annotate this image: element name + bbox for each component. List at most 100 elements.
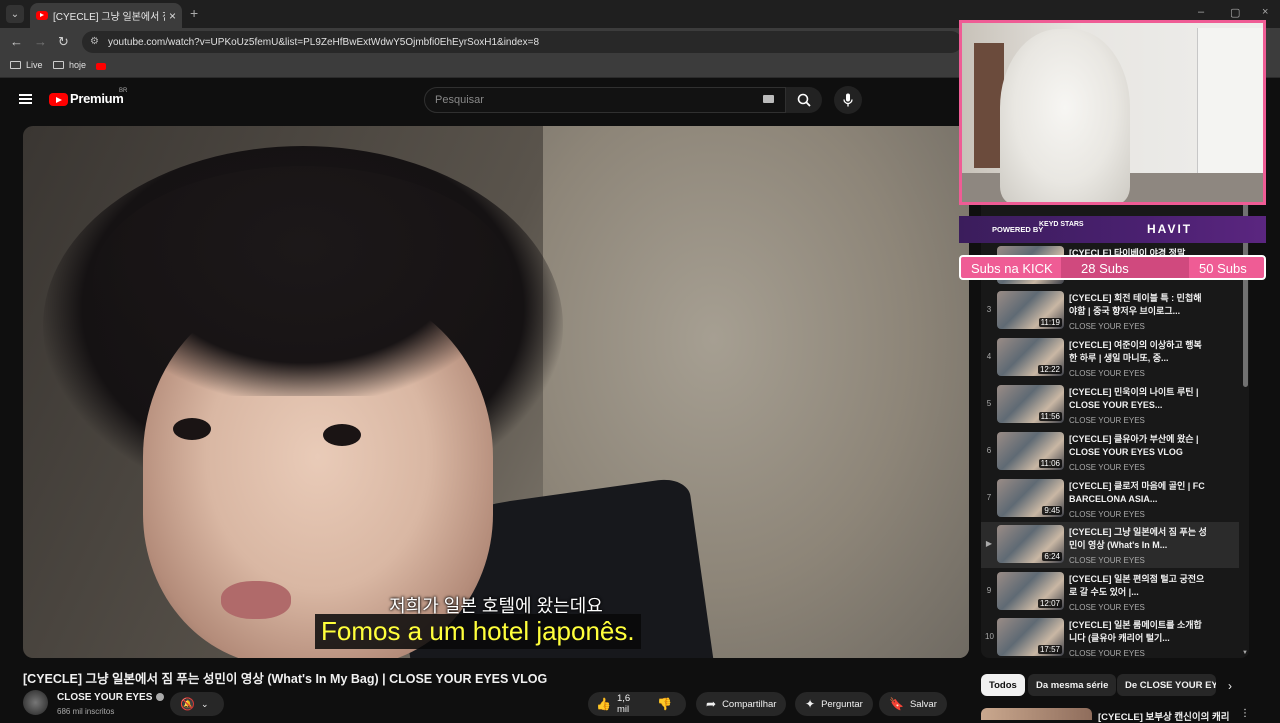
search-input[interactable]: Pesquisar <box>424 87 786 113</box>
sub-goal-2: 50 Subs <box>1199 261 1247 276</box>
channel-avatar[interactable] <box>23 690 48 715</box>
bookmark-live[interactable]: Live <box>10 60 43 70</box>
bookmark-hoje[interactable]: hoje <box>53 60 86 70</box>
save-button[interactable]: 🔖 Salvar <box>879 692 947 716</box>
back-icon[interactable]: ← <box>10 34 23 49</box>
minimize-icon[interactable]: – <box>1198 6 1204 18</box>
playlist-item-title[interactable]: [CYECLE] 민욱이의 나이트 루틴 | CLOSE YOUR EYES..… <box>1069 386 1209 412</box>
sponsor-logo-keyd: KEYD STARS <box>1039 221 1084 228</box>
playlist-item[interactable]: 4 12:22 [CYECLE] 여준이의 이상하고 행복한 하루 | 생일 마… <box>981 335 1239 381</box>
bookmark-label: hoje <box>69 60 87 70</box>
maximize-icon[interactable]: ▢ <box>1230 6 1240 19</box>
playlist-item[interactable]: 5 11:56 [CYECLE] 민욱이의 나이트 루틴 | CLOSE YOU… <box>981 382 1239 428</box>
playlist-item-current[interactable]: ▶ 6:24 [CYECLE] 그냥 일본에서 짐 푸는 성민이 영상 (Wha… <box>981 522 1239 568</box>
playlist-item-channel[interactable]: CLOSE YOUR EYES <box>1069 603 1145 612</box>
playlist-item-channel[interactable]: CLOSE YOUR EYES <box>1069 463 1145 472</box>
logo-text[interactable]: Premium <box>70 91 124 106</box>
playlist-item-channel[interactable]: CLOSE YOUR EYES <box>1069 510 1145 519</box>
reload-icon[interactable]: ↻ <box>58 34 69 50</box>
chip-from-channel[interactable]: De CLOSE YOUR EYES <box>1117 674 1216 696</box>
powered-by-label: POWERED BY <box>992 225 1044 234</box>
dislike-icon[interactable]: 👎 <box>657 697 672 711</box>
duration-badge: 17:57 <box>1037 645 1062 654</box>
save-label: Salvar <box>909 698 937 710</box>
new-tab-icon[interactable]: + <box>190 5 198 21</box>
playlist-item-title[interactable]: [CYECLE] 클유아가 부산에 왔슨 | CLOSE YOUR EYES V… <box>1069 433 1209 459</box>
video-title: [CYECLE] 그냥 일본에서 짐 푸는 성민이 영상 (What's In … <box>23 672 548 686</box>
browser-tab-active[interactable]: [CYECLE] 그냥 일본에서 짐 푸는 × <box>30 3 182 28</box>
duration-badge: 9:45 <box>1042 506 1062 515</box>
youtube-logo-icon[interactable] <box>49 93 68 106</box>
webcam-subject <box>1000 29 1130 202</box>
playlist-thumbnail[interactable]: 11:56 <box>997 385 1064 423</box>
ask-button[interactable]: ✦ Perguntar <box>795 692 873 716</box>
channel-name[interactable]: CLOSE YOUR EYES <box>57 692 152 703</box>
duration-badge: 11:06 <box>1038 459 1062 468</box>
duration-badge: 12:07 <box>1037 599 1062 608</box>
playlist-thumbnail[interactable]: 6:24 <box>997 525 1064 563</box>
url-text: youtube.com/watch?v=UPKoUz5femU&list=PL9… <box>108 36 540 48</box>
playlist-item[interactable]: 10 17:57 [CYECLE] 일본 룸메이트를 소개합니다 (클유아 캐리… <box>981 615 1239 658</box>
bookmark-youtube[interactable] <box>96 63 106 70</box>
playlist-item[interactable]: 7 9:45 [CYECLE] 클로저 마음에 골인 | FC BARCELON… <box>981 476 1239 522</box>
playlist-item[interactable]: 9 12:07 [CYECLE] 일본 편의점 털고 궁전으로 갈 수도 있어 … <box>981 569 1239 615</box>
like-count[interactable]: 1,6 mil <box>617 693 639 715</box>
keyboard-icon[interactable] <box>763 95 774 103</box>
sub-goal-label: Subs na KICK <box>971 261 1053 276</box>
recommended-title[interactable]: [CYECLE] 보부상 캔신이의 캐리 <box>1098 709 1229 723</box>
playlist-thumbnail[interactable]: 9:45 <box>997 479 1064 517</box>
site-info-icon[interactable]: ⚙ <box>90 36 102 48</box>
more-options-icon[interactable]: ⋮ <box>1240 708 1250 719</box>
video-player[interactable]: 저희가 일본 호텔에 왔는데요 Fomos a um hotel japonês… <box>23 126 969 658</box>
bell-off-icon: 🔕 <box>180 697 195 711</box>
like-icon[interactable]: 👍 <box>596 697 611 711</box>
playlist-thumbnail[interactable]: 12:07 <box>997 572 1064 610</box>
playlist-item-channel[interactable]: CLOSE YOUR EYES <box>1069 416 1145 425</box>
webcam-overlay <box>959 20 1266 205</box>
chip-same-series[interactable]: Da mesma série <box>1028 674 1117 696</box>
chip-todos[interactable]: Todos <box>981 674 1025 696</box>
playlist-item-channel[interactable]: CLOSE YOUR EYES <box>1069 322 1145 331</box>
chevron-right-icon[interactable]: › <box>1228 679 1232 693</box>
forward-icon[interactable]: → <box>34 34 47 49</box>
share-label: Compartilhar <box>722 698 777 710</box>
video-subject-eye <box>173 418 211 440</box>
playlist-item-title[interactable]: [CYECLE] 클로저 마음에 골인 | FC BARCELONA ASIA.… <box>1069 480 1209 506</box>
like-dislike-group: 👍 1,6 mil 👎 <box>588 692 686 716</box>
chevron-down-icon: ⌄ <box>200 698 209 709</box>
menu-icon[interactable] <box>19 94 32 104</box>
tab-close-icon[interactable]: × <box>169 9 176 23</box>
playlist-item-channel[interactable]: CLOSE YOUR EYES <box>1069 649 1145 658</box>
subscriber-count: 686 mil inscritos <box>57 707 115 716</box>
channel-name-row[interactable]: CLOSE YOUR EYES <box>57 692 165 703</box>
playlist-item-title[interactable]: [CYECLE] 그냥 일본에서 짐 푸는 성민이 영상 (What's In … <box>1069 526 1209 552</box>
share-button[interactable]: ➦ Compartilhar <box>696 692 787 716</box>
playlist-thumbnail[interactable]: 12:22 <box>997 338 1064 376</box>
playlist-thumbnail[interactable]: 11:19 <box>997 291 1064 329</box>
playlist-item-title[interactable]: [CYECLE] 여준이의 이상하고 행복한 하루 | 생일 마니또, 중... <box>1069 339 1209 365</box>
playlist-item-title[interactable]: [CYECLE] 회전 테이블 특 : 민첩해야함 | 중국 향저우 브이로그.… <box>1069 292 1209 318</box>
playlist-item[interactable]: 3 11:19 [CYECLE] 회전 테이블 특 : 민첩해야함 | 중국 향… <box>981 288 1239 334</box>
playlist-index: 5 <box>986 399 992 408</box>
address-bar[interactable]: ⚙ youtube.com/watch?v=UPKoUz5femU&list=P… <box>82 31 962 53</box>
scroll-down-icon[interactable]: ▼ <box>1242 650 1248 656</box>
playlist-index: 4 <box>986 352 992 361</box>
microphone-icon <box>843 93 853 107</box>
tab-search-icon[interactable]: ⌄ <box>6 5 24 23</box>
window-close-icon[interactable]: × <box>1262 6 1268 18</box>
ask-label: Perguntar <box>821 698 863 710</box>
voice-search-button[interactable] <box>834 86 862 114</box>
playlist-item[interactable]: 6 11:06 [CYECLE] 클유아가 부산에 왔슨 | CLOSE YOU… <box>981 429 1239 475</box>
sponsor-banner: POWERED BY KEYD STARS HAVIT <box>959 216 1266 243</box>
playlist-item-channel[interactable]: CLOSE YOUR EYES <box>1069 556 1145 565</box>
playlist-item-channel[interactable]: CLOSE YOUR EYES <box>1069 369 1145 378</box>
playlist-index: 3 <box>986 305 992 314</box>
playlist-item-title[interactable]: [CYECLE] 일본 편의점 털고 궁전으로 갈 수도 있어 |... <box>1069 573 1209 599</box>
playlist-thumbnail[interactable]: 11:06 <box>997 432 1064 470</box>
playlist-thumbnail[interactable]: 17:57 <box>997 618 1064 656</box>
search-button[interactable] <box>786 87 822 113</box>
recommended-thumbnail[interactable] <box>981 708 1092 720</box>
notification-button[interactable]: 🔕 ⌄ <box>170 692 224 716</box>
playlist-item-title[interactable]: [CYECLE] 일본 룸메이트를 소개합니다 (클유아 캐리어 털기... <box>1069 619 1209 645</box>
playlist-index: 10 <box>985 632 994 641</box>
